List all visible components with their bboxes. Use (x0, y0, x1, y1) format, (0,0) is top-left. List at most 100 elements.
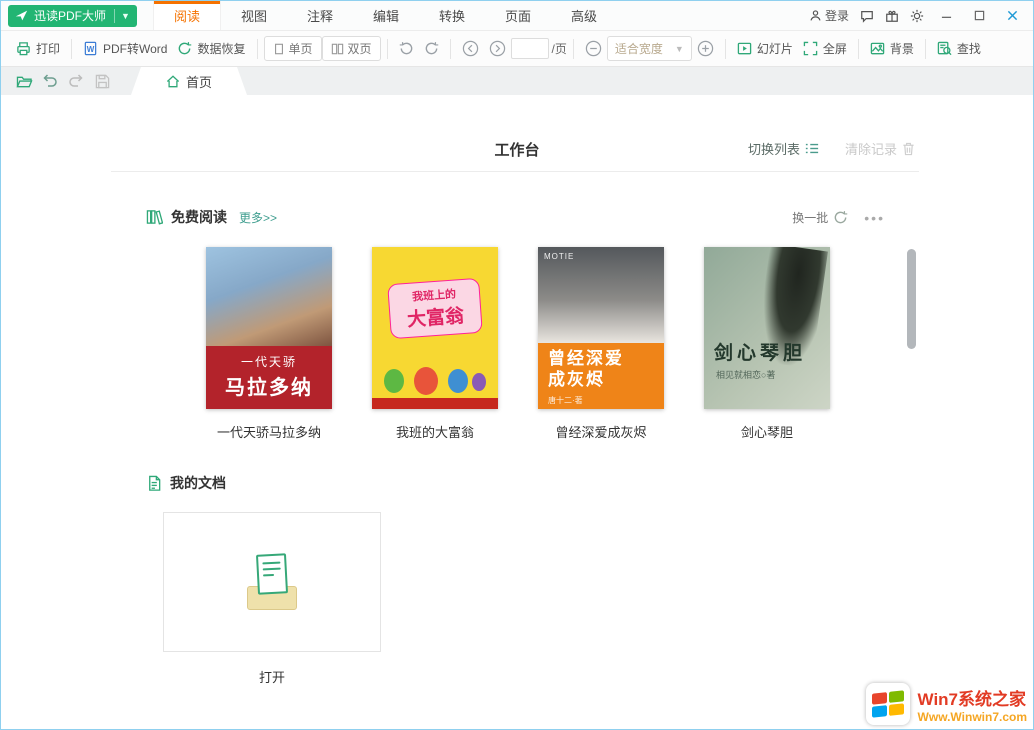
zoom-in-button[interactable] (692, 40, 719, 57)
find-button[interactable]: 查找 (932, 40, 986, 57)
workbench-controls: 切换列表 清除记录 (748, 139, 915, 158)
zoom-mode-select[interactable]: 适合宽度 ▼ (607, 36, 692, 61)
tab-home[interactable]: 首页 (131, 67, 247, 95)
page-number-input[interactable] (511, 38, 549, 59)
menu-tab-read[interactable]: 阅读 (153, 1, 221, 30)
cover-title-bubble: 我班上的 大富翁 (387, 278, 483, 339)
rotate-right-icon[interactable] (419, 41, 444, 56)
open-label: 打开 (163, 667, 381, 686)
switch-list-button[interactable]: 切换列表 (748, 139, 819, 158)
book-item: 剑心琴胆 相见就相恋○著 剑心琴胆 (704, 247, 830, 441)
message-icon[interactable] (860, 9, 874, 23)
menu-tab-view[interactable]: 视图 (221, 1, 287, 30)
slideshow-button[interactable]: 幻灯片 (732, 40, 798, 57)
redo-icon[interactable] (63, 74, 89, 88)
zoom-out-button[interactable] (580, 40, 607, 57)
menu-tab-edit[interactable]: 编辑 (353, 1, 419, 30)
bookshelf-icon (146, 209, 163, 225)
book-cover-sword[interactable]: 剑心琴胆 相见就相恋○著 (704, 247, 830, 409)
prev-page-button[interactable] (457, 40, 484, 57)
rotate-left-icon[interactable] (394, 41, 419, 56)
book-cover-tycoon[interactable]: 我班上的 大富翁 (372, 247, 498, 409)
toolbar-divider (725, 39, 726, 59)
app-window: 迅读PDF大师 ▼ 阅读 视图 注释 编辑 转换 页面 高级 登录 (0, 0, 1034, 730)
data-recovery-button[interactable]: 数据恢复 (172, 40, 250, 57)
book-grid: 一代天骄 马拉多纳 一代天骄马拉多纳 我班上的 大富翁 (206, 247, 830, 441)
chevron-down-icon: ▼ (675, 44, 684, 54)
watermark-site-url: Www.Winwin7.com (918, 710, 1027, 724)
toolbar-divider (573, 39, 574, 59)
settings-gear-icon[interactable] (910, 9, 924, 23)
menu-tabs: 阅读 视图 注释 编辑 转换 页面 高级 (153, 1, 617, 30)
logo-divider (114, 9, 115, 23)
titlebar-right: 登录 (809, 6, 1033, 26)
gift-icon[interactable] (885, 9, 899, 23)
titlebar: 迅读PDF大师 ▼ 阅读 视图 注释 编辑 转换 页面 高级 登录 (1, 1, 1033, 31)
more-link[interactable]: 更多>> (239, 209, 277, 226)
print-button[interactable]: 打印 (11, 40, 65, 57)
undo-icon[interactable] (37, 74, 63, 88)
list-view-icon (805, 142, 819, 155)
document-tabbar: 首页 (1, 67, 1033, 95)
clear-records-button[interactable]: 清除记录 (845, 139, 915, 158)
single-page-button[interactable]: 单页 (264, 36, 322, 61)
search-icon (937, 41, 952, 56)
open-document-icon (241, 554, 303, 610)
book-title: 剑心琴胆 (704, 422, 830, 441)
book-cover-ashes[interactable]: MOTIE 曾经深爱 成灰烬 唐十二·著 (538, 247, 664, 409)
cover-photo: MOTIE (538, 247, 664, 343)
open-folder-icon[interactable] (11, 74, 37, 89)
cover-cartoon-figures (372, 361, 498, 395)
toolbar-divider (71, 39, 72, 59)
book-title: 一代天骄马拉多纳 (206, 422, 332, 441)
open-document-card[interactable] (163, 512, 381, 652)
home-icon (166, 75, 180, 88)
toolbar-divider (858, 39, 859, 59)
my-documents-title: 我的文档 (170, 473, 226, 493)
more-options-dots[interactable]: ••• (864, 210, 885, 226)
toolbar-divider (925, 39, 926, 59)
toolbar-divider (257, 39, 258, 59)
login-button[interactable]: 登录 (809, 7, 849, 24)
background-image-icon (870, 41, 885, 56)
minimize-button[interactable] (935, 6, 957, 26)
toolbar-divider (450, 39, 451, 59)
book-title: 我班的大富翁 (372, 422, 498, 441)
book-title: 曾经深爱成灰烬 (538, 422, 664, 441)
pdf-to-word-button[interactable]: W PDF转Word (78, 40, 172, 57)
menu-tab-annotate[interactable]: 注释 (287, 1, 353, 30)
recovery-refresh-icon (177, 41, 192, 56)
watermark-site-name: Win7系统之家 (918, 685, 1027, 710)
menu-tab-convert[interactable]: 转换 (419, 1, 485, 30)
person-icon (809, 9, 822, 22)
toolbar: 打印 W PDF转Word 数据恢复 单页 双页 (1, 31, 1033, 67)
chevron-down-icon[interactable]: ▼ (121, 11, 130, 21)
svg-text:W: W (87, 45, 95, 54)
maximize-button[interactable] (968, 6, 990, 26)
menu-tab-page[interactable]: 页面 (485, 1, 551, 30)
save-icon[interactable] (89, 74, 115, 89)
document-icon (146, 475, 162, 492)
watermark: Win7系统之家 Www.Winwin7.com (866, 683, 1027, 725)
free-reading-header: 免费阅读 更多>> (146, 207, 277, 227)
next-page-button[interactable] (484, 40, 511, 57)
toolbar-divider (387, 39, 388, 59)
refresh-icon (833, 210, 848, 225)
menu-tab-advanced[interactable]: 高级 (551, 1, 617, 30)
my-documents-header: 我的文档 (146, 473, 226, 493)
scrollbar-thumb[interactable] (907, 249, 916, 349)
double-page-button[interactable]: 双页 (322, 36, 381, 61)
fullscreen-button[interactable]: 全屏 (798, 40, 852, 57)
close-button[interactable] (1001, 6, 1023, 26)
app-logo-button[interactable]: 迅读PDF大师 ▼ (8, 5, 137, 27)
background-button[interactable]: 背景 (865, 40, 919, 57)
trash-icon (902, 142, 915, 156)
cover-photo (206, 247, 332, 346)
double-page-icon (331, 43, 344, 55)
free-reading-title: 免费阅读 (171, 207, 227, 227)
book-cover-maradona[interactable]: 一代天骄 马拉多纳 (206, 247, 332, 409)
printer-icon (16, 41, 31, 56)
book-item: 我班上的 大富翁 我班的大富翁 (372, 247, 498, 441)
change-batch-button[interactable]: 换一批 (792, 209, 848, 226)
cover-bottom-strip (372, 398, 498, 409)
